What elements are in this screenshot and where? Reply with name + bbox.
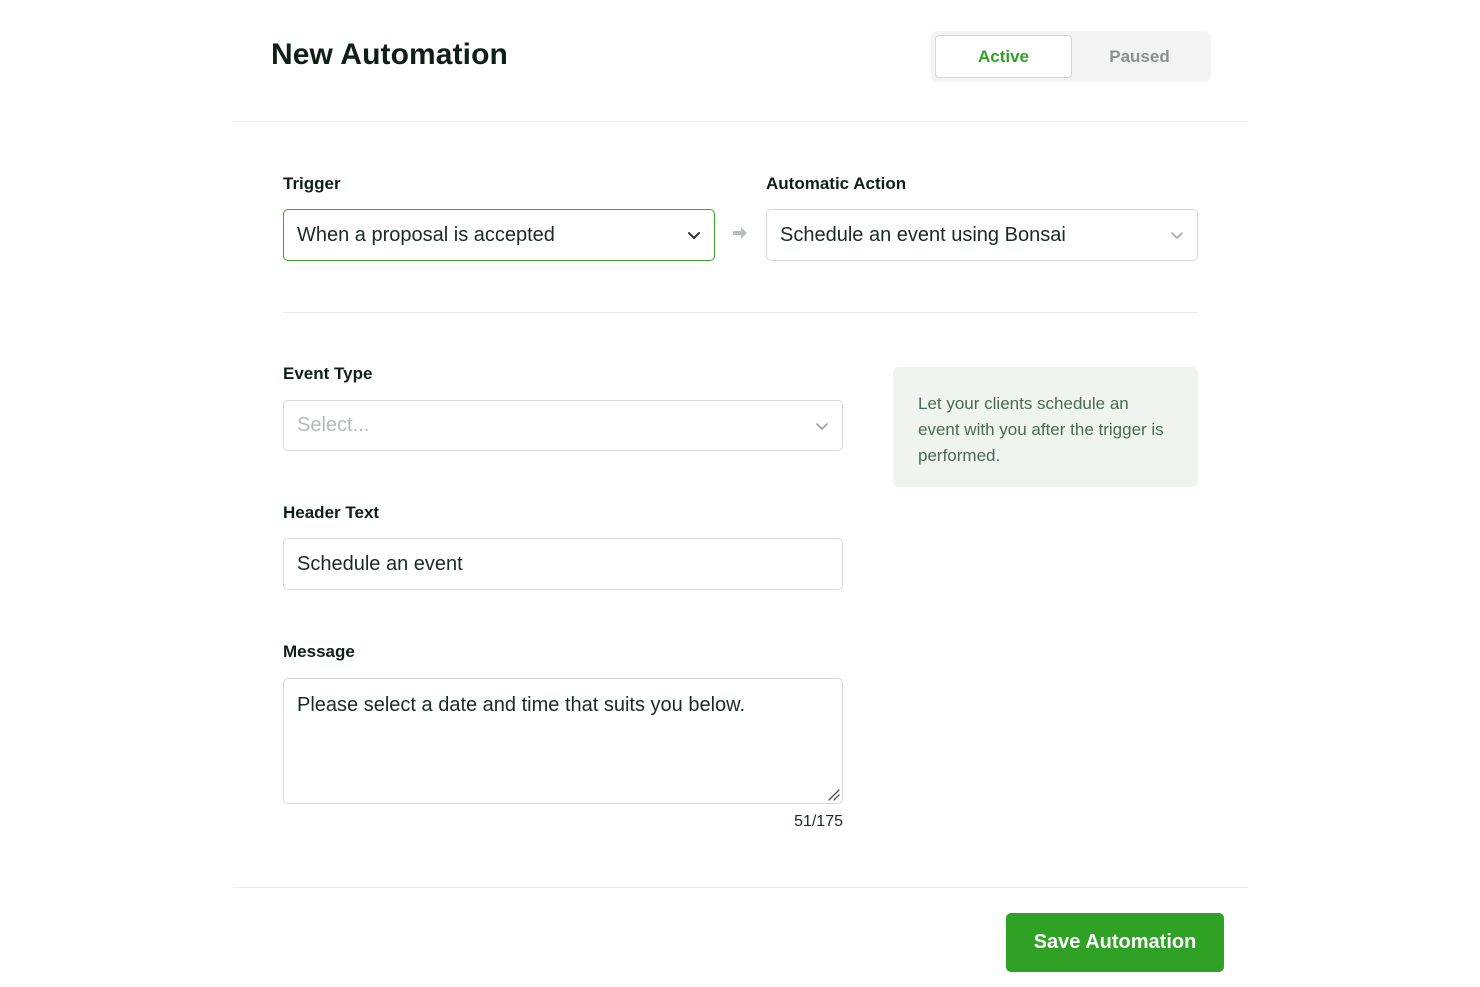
action-value: Schedule an event using Bonsai [780, 223, 1066, 246]
header-divider [233, 121, 1248, 122]
info-box: Let your clients schedule an event with … [893, 367, 1198, 487]
chevron-down-icon [1171, 232, 1183, 239]
action-label: Automatic Action [766, 174, 907, 193]
status-paused-option[interactable]: Paused [1072, 35, 1207, 78]
message-label: Message [283, 642, 355, 661]
header-text-input[interactable]: Schedule an event [283, 538, 843, 590]
event-type-select[interactable]: Select... [283, 400, 843, 451]
message-char-counter: 51/175 [794, 813, 843, 830]
arrow-right-icon [733, 227, 747, 239]
chevron-down-icon [688, 232, 700, 239]
message-textarea[interactable]: Please select a date and time that suits… [283, 678, 843, 804]
trigger-select[interactable]: When a proposal is accepted [283, 209, 715, 261]
event-type-label: Event Type [283, 364, 373, 383]
header-text-label: Header Text [283, 503, 380, 522]
section-divider [283, 312, 1198, 313]
resize-handle-icon[interactable] [826, 787, 840, 801]
status-toggle[interactable]: Active Paused [931, 31, 1211, 82]
message-value: Please select a date and time that suits… [297, 694, 746, 716]
footer-divider [233, 887, 1248, 888]
action-select[interactable]: Schedule an event using Bonsai [766, 209, 1198, 261]
trigger-value: When a proposal is accepted [297, 223, 555, 246]
page-title: New Automation [271, 38, 508, 71]
save-automation-button[interactable]: Save Automation [1006, 913, 1224, 972]
event-type-placeholder: Select... [297, 414, 370, 436]
chevron-down-icon [816, 422, 828, 430]
trigger-label: Trigger [283, 174, 341, 193]
status-active-option[interactable]: Active [935, 35, 1072, 78]
